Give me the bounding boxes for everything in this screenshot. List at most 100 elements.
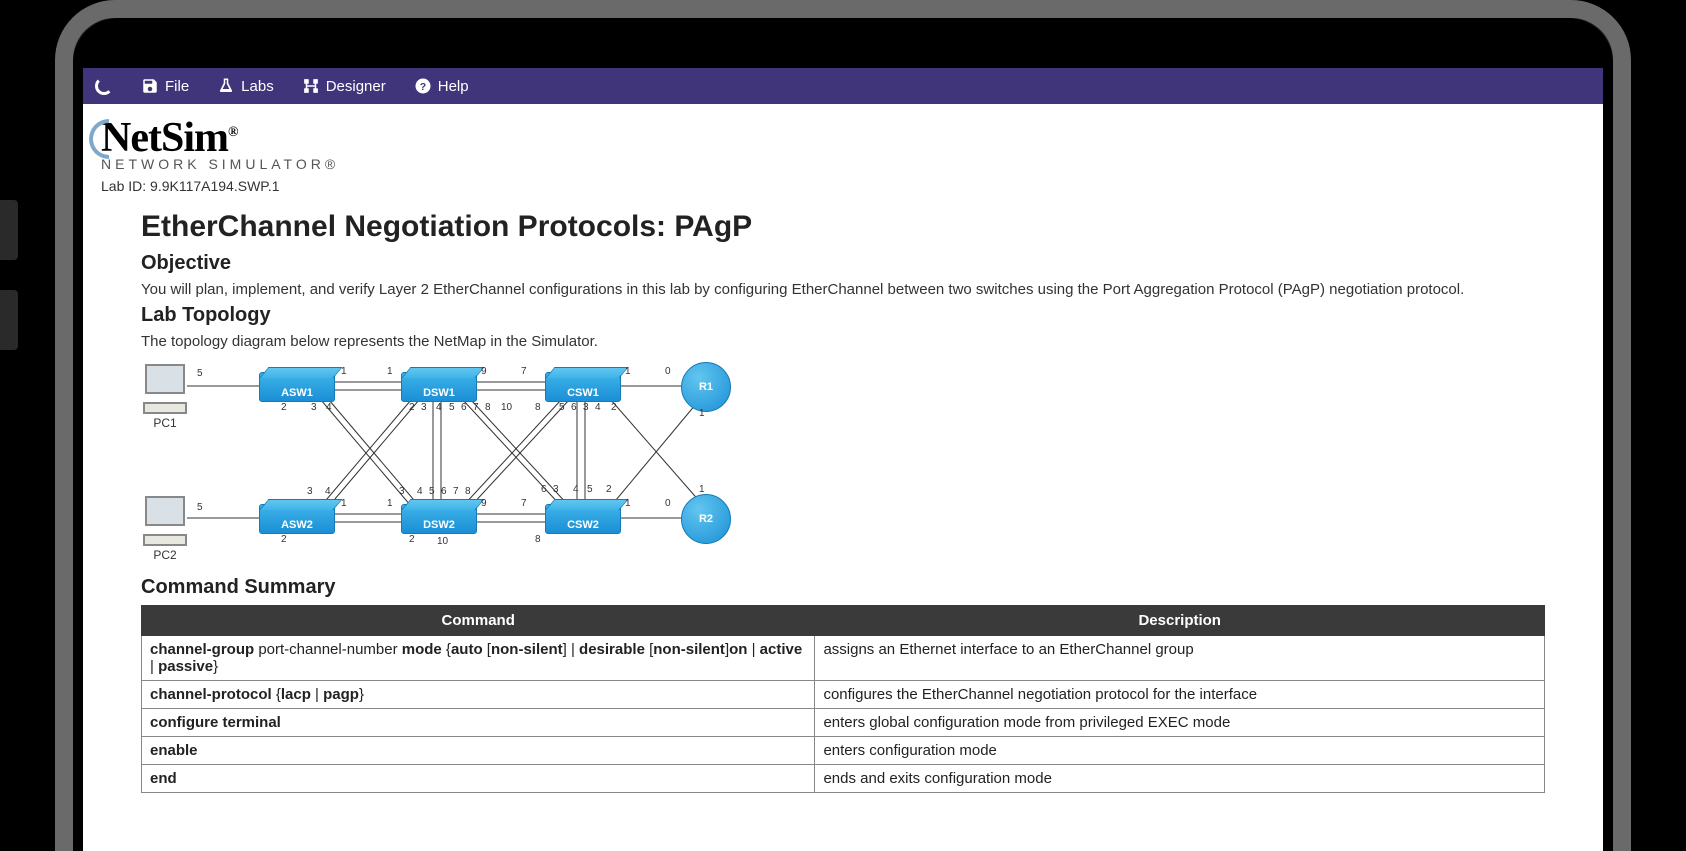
port-label: 0 [665,498,671,509]
port-label: 9 [481,498,487,509]
lab-id-label: Lab ID: [101,178,150,194]
port-label: 2 [606,484,612,495]
table-row: configure terminalenters global configur… [142,709,1545,737]
port-label: 3 [583,402,589,413]
menu-bar: File Labs Designer ? Help [83,68,1603,104]
side-tab[interactable] [0,200,18,260]
menu-help[interactable]: ? Help [414,77,469,95]
th-command: Command [142,606,815,636]
pc2-device[interactable]: PC2 [143,496,187,546]
document-body: EtherChannel Negotiation Protocols: PAgP… [101,196,1585,793]
port-label: 2 [611,402,617,413]
lab-id: Lab ID: 9.9K117A194.SWP.1 [101,178,1585,194]
port-label: 4 [325,486,331,497]
port-label: 6 [461,402,467,413]
port-label: 10 [437,536,448,547]
port-label: 1 [625,498,631,509]
description-cell: enters configuration mode [815,737,1545,765]
asw1-device[interactable]: ASW1 [259,372,335,402]
th-description: Description [815,606,1545,636]
description-cell: assigns an Ethernet interface to an Ethe… [815,636,1545,681]
table-row: endends and exits configuration mode [142,765,1545,793]
command-summary-heading: Command Summary [141,576,1545,599]
side-tab[interactable] [0,290,18,350]
dsw2-device[interactable]: DSW2 [401,504,477,534]
r1-device[interactable]: R1 [681,362,731,412]
port-label: 1 [341,498,347,509]
port-label: 5 [587,484,593,495]
pc1-device[interactable]: PC1 [143,364,187,414]
dsw1-device[interactable]: DSW1 [401,372,477,402]
port-label: 2 [409,402,415,413]
logo-subtitle: NETWORK SIMULATOR® [101,156,1585,172]
port-label: 5 [559,402,565,413]
registered-mark: ® [228,125,237,140]
port-label: 4 [326,402,332,413]
command-cell: enable [142,737,815,765]
port-label: 2 [281,402,287,413]
topology-heading: Lab Topology [141,304,1545,327]
menu-labs[interactable]: Labs [217,77,274,95]
csw2-device[interactable]: CSW2 [545,504,621,534]
port-label: 7 [521,498,527,509]
csw1-device[interactable]: CSW1 [545,372,621,402]
port-label: 8 [535,402,541,413]
table-row: channel-group port-channel-number mode {… [142,636,1545,681]
app-screen: File Labs Designer ? Help [83,68,1603,851]
description-cell: enters global configuration mode from pr… [815,709,1545,737]
command-cell: channel-protocol {lacp | pagp} [142,681,815,709]
topology-text: The topology diagram below represents th… [141,331,1545,352]
asw2-device[interactable]: ASW2 [259,504,335,534]
port-label: 8 [465,486,471,497]
command-cell: end [142,765,815,793]
port-label: 4 [573,484,579,495]
port-label: 3 [421,402,427,413]
port-label: 1 [387,366,393,377]
menu-designer[interactable]: Designer [302,77,386,95]
port-label: 1 [625,366,631,377]
port-label: 0 [665,366,671,377]
port-label: 5 [197,368,203,379]
port-label: 2 [281,534,287,545]
tablet-frame: File Labs Designer ? Help [55,0,1631,851]
port-label: 4 [436,402,442,413]
port-label: 5 [197,502,203,513]
lab-id-value: 9.9K117A194.SWP.1 [150,178,279,194]
port-label: 7 [473,402,479,413]
asw1-label: ASW1 [259,372,335,402]
port-label: 1 [387,498,393,509]
pc1-label: PC1 [143,416,187,430]
port-label: 6 [441,486,447,497]
csw2-label: CSW2 [545,504,621,534]
port-label: 9 [481,366,487,377]
r1-label: R1 [681,362,731,412]
dsw1-label: DSW1 [401,372,477,402]
command-cell: channel-group port-channel-number mode {… [142,636,815,681]
port-label: 8 [485,402,491,413]
page-title: EtherChannel Negotiation Protocols: PAgP [141,210,1545,244]
port-label: 1 [699,484,705,495]
port-label: 5 [429,486,435,497]
port-label: 5 [449,402,455,413]
menu-file[interactable]: File [141,77,189,95]
r2-device[interactable]: R2 [681,494,731,544]
csw1-label: CSW1 [545,372,621,402]
objective-heading: Objective [141,252,1545,275]
port-label: 7 [453,486,459,497]
asw2-label: ASW2 [259,504,335,534]
logo-block: NetSim® NETWORK SIMULATOR® Lab ID: 9.9K1… [101,114,1585,194]
command-summary-table: Command Description channel-group port-c… [141,605,1545,793]
port-label: 3 [311,402,317,413]
table-row: channel-protocol {lacp | pagp}configures… [142,681,1545,709]
r2-label: R2 [681,494,731,544]
network-icon [302,77,320,95]
port-label: 8 [535,534,541,545]
svg-text:?: ? [420,81,426,93]
loading-spinner-icon [95,77,113,95]
menu-labs-label: Labs [241,78,274,95]
menu-file-label: File [165,78,189,95]
logo-text: NetSim [101,115,228,161]
port-label: 4 [417,486,423,497]
help-icon: ? [414,77,432,95]
pc2-label: PC2 [143,548,187,562]
